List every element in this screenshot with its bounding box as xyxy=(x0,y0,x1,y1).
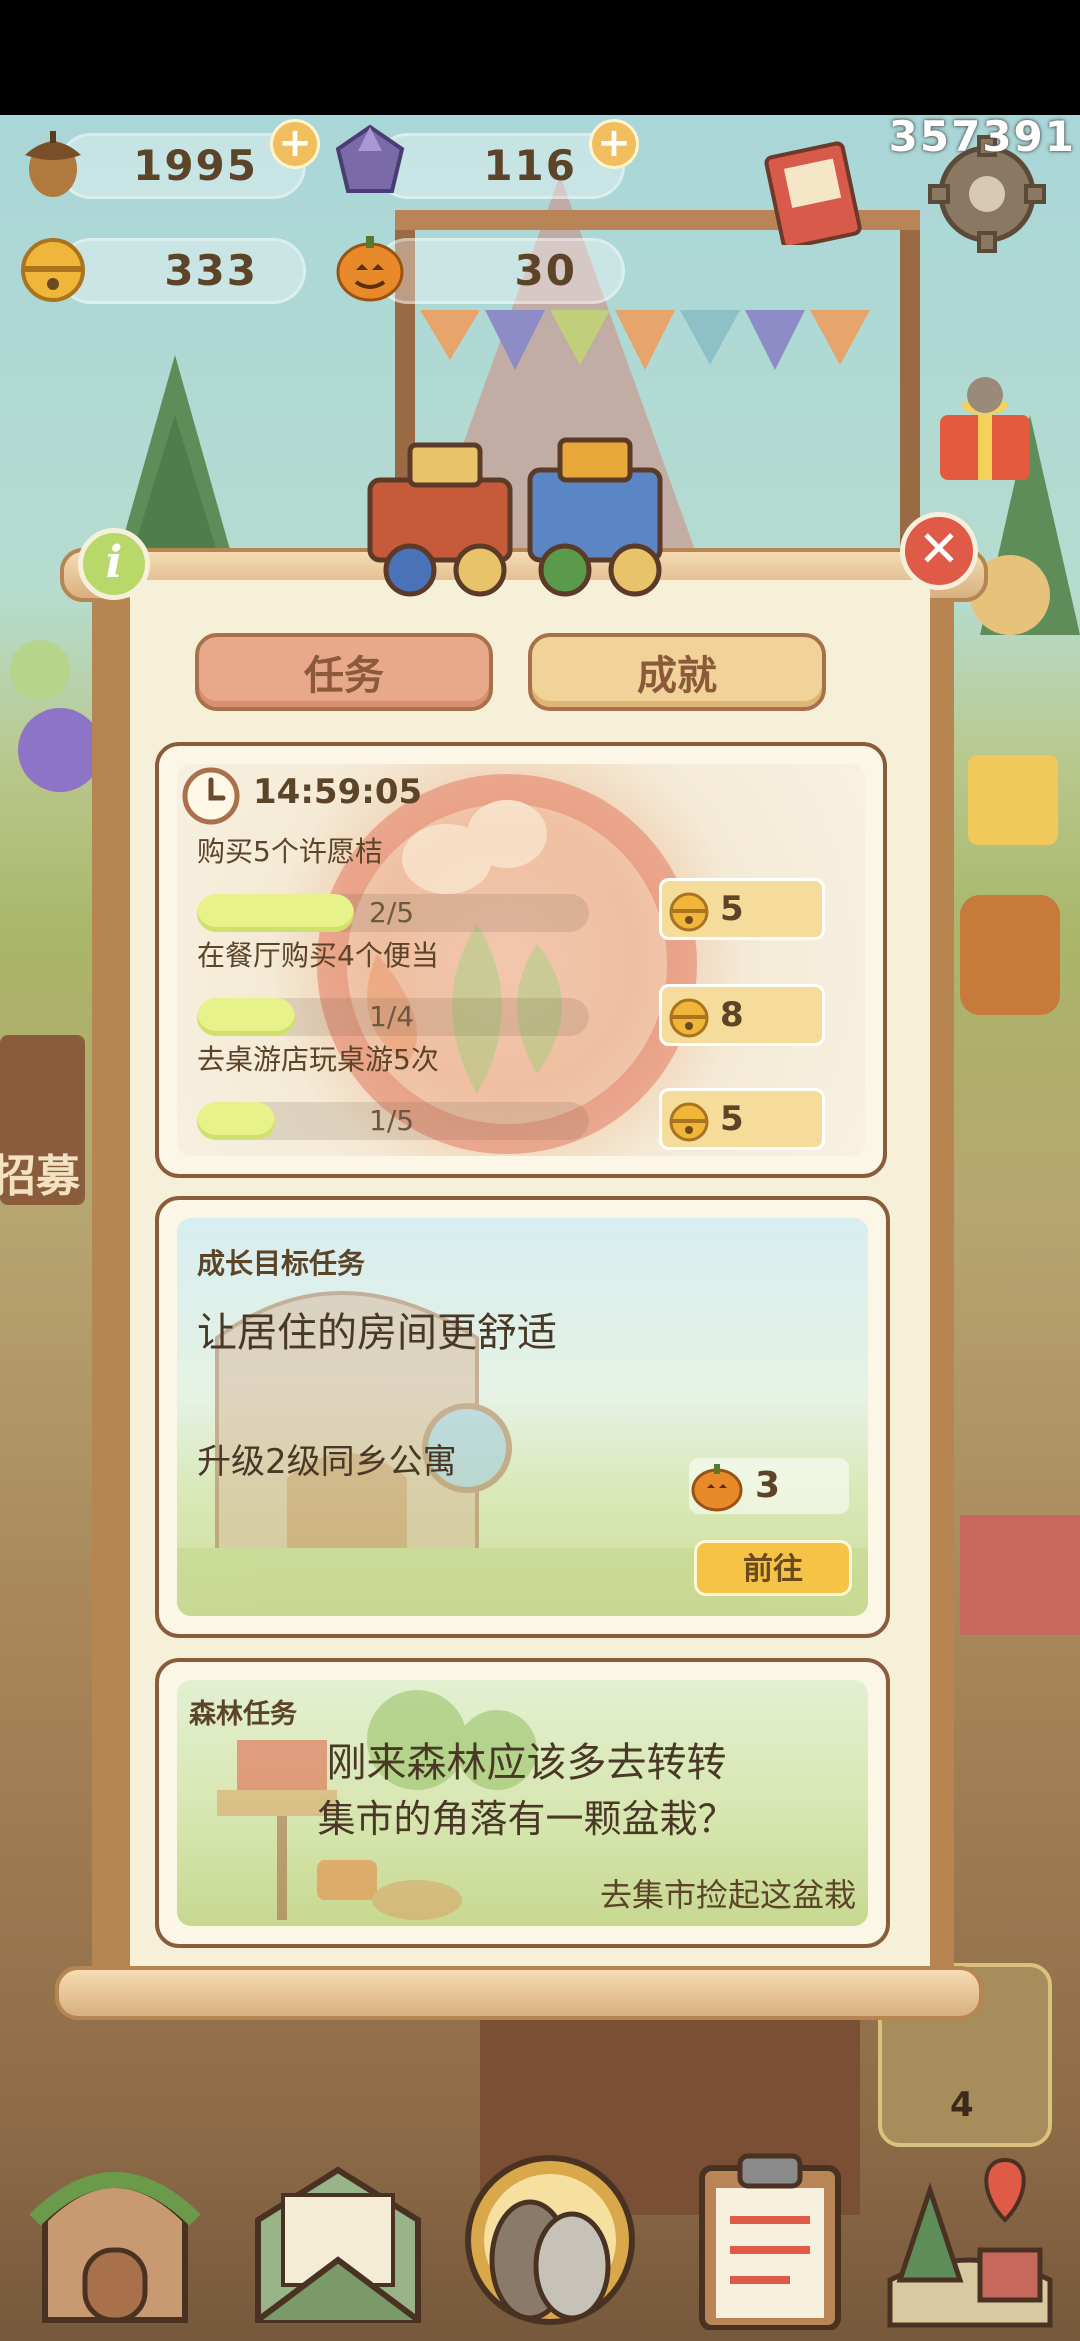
forest-line-2: 集市的角落有一颗盆栽？ xyxy=(317,1797,736,1841)
toy-train-icon xyxy=(350,420,740,600)
task-1-progress-fill xyxy=(197,894,354,932)
bell-value: 333 xyxy=(164,246,258,295)
task-2-reward[interactable]: 8 xyxy=(659,984,825,1046)
growth-heading: 成长目标任务 xyxy=(197,1247,366,1280)
pumpkin-value: 30 xyxy=(514,246,577,295)
inventory-count: 4 xyxy=(950,2085,974,2125)
bell-icon xyxy=(669,1102,709,1142)
growth-reward-amount: 3 xyxy=(755,1465,781,1506)
board-bottom-roll xyxy=(55,1966,983,2020)
status-bar xyxy=(0,0,1080,115)
guide-book-icon[interactable] xyxy=(760,135,870,250)
info-button[interactable]: i xyxy=(78,528,150,600)
daily-timer: 14:59:05 xyxy=(253,772,423,812)
task-3-reward-amount: 5 xyxy=(720,1099,744,1139)
task-2-reward-amount: 8 xyxy=(720,995,744,1035)
task-3-reward[interactable]: 5 xyxy=(659,1088,825,1150)
task-1-reward-amount: 5 xyxy=(720,889,744,929)
gem-icon xyxy=(335,124,405,193)
tab-achievements[interactable]: 成就 xyxy=(528,633,826,711)
growth-task: 升级2级同乡公寓 xyxy=(197,1442,457,1482)
task-3-progress-text: 1/5 xyxy=(369,1104,415,1137)
gift-icon[interactable] xyxy=(930,375,1040,485)
task-1-reward[interactable]: 5 xyxy=(659,878,825,940)
growth-title: 让居住的房间更舒适 xyxy=(197,1310,557,1356)
acorn-counter[interactable]: 1995 + xyxy=(25,119,320,199)
id-counter: 357391 xyxy=(888,112,1076,161)
close-button[interactable]: ✕ xyxy=(900,512,978,590)
task-3-progress-fill xyxy=(197,1102,275,1140)
task-2-progress-text: 1/4 xyxy=(369,1000,415,1033)
task-1-progress-text: 2/5 xyxy=(369,896,415,929)
friends-icon xyxy=(465,2155,635,2325)
nav-map-button[interactable] xyxy=(880,2150,1060,2330)
task-3-label: 去桌游店玩桌游5次 xyxy=(197,1043,439,1076)
gem-value: 116 xyxy=(483,141,577,190)
go-button[interactable]: 前往 xyxy=(694,1540,852,1596)
nav-tasks-button[interactable] xyxy=(680,2150,860,2331)
clock-icon xyxy=(182,767,240,825)
pumpkin-icon xyxy=(336,236,404,302)
recruit-sign-label[interactable]: 招募 xyxy=(0,1140,80,1204)
daily-tasks-card: 14:59:05 购买5个许愿桔 2/5 5 在餐厅购买4个便当 1/4 8 去… xyxy=(155,742,887,1178)
nav-mail-button[interactable] xyxy=(248,2150,428,2330)
mail-icon xyxy=(255,2166,421,2323)
add-gem-button[interactable]: + xyxy=(589,119,639,169)
acorn-value: 1995 xyxy=(133,141,258,190)
task-1-label: 购买5个许愿桔 xyxy=(197,835,383,868)
task-2-label: 在餐厅购买4个便当 xyxy=(197,939,439,972)
add-acorn-button[interactable]: + xyxy=(270,119,320,169)
map-icon xyxy=(887,2157,1053,2328)
pumpkin-counter[interactable]: 30 xyxy=(336,236,625,304)
growth-reward: 3 xyxy=(689,1458,849,1514)
task-2-progress-fill xyxy=(197,998,295,1036)
forest-task-card: 森林任务 刚来森林应该多去转转 集市的角落有一颗盆栽？ 去集市捡起这盆栽 xyxy=(155,1658,890,1948)
bell-icon xyxy=(669,998,709,1038)
forest-heading: 森林任务 xyxy=(189,1699,297,1730)
info-icon: i xyxy=(105,537,123,588)
forest-line-1: 刚来森林应该多去转转 xyxy=(326,1740,727,1786)
clipboard-icon xyxy=(699,2153,841,2331)
bell-counter[interactable]: 333 xyxy=(21,238,306,304)
gem-counter[interactable]: 116 + xyxy=(335,119,639,199)
nav-friends-button[interactable] xyxy=(460,2150,640,2330)
nav-home-button[interactable] xyxy=(25,2150,205,2330)
bell-icon xyxy=(669,892,709,932)
forest-action[interactable]: 去集市捡起这盆栽 xyxy=(600,1870,856,1916)
house-icon xyxy=(29,2172,201,2323)
bell-icon xyxy=(21,238,85,302)
growth-goal-card: 成长目标任务 让居住的房间更舒适 升级2级同乡公寓 3 前往 xyxy=(155,1196,890,1638)
close-icon: ✕ xyxy=(918,520,960,578)
pumpkin-icon xyxy=(691,1464,743,1512)
acorn-icon xyxy=(25,131,81,197)
tab-tasks[interactable]: 任务 xyxy=(195,633,493,711)
